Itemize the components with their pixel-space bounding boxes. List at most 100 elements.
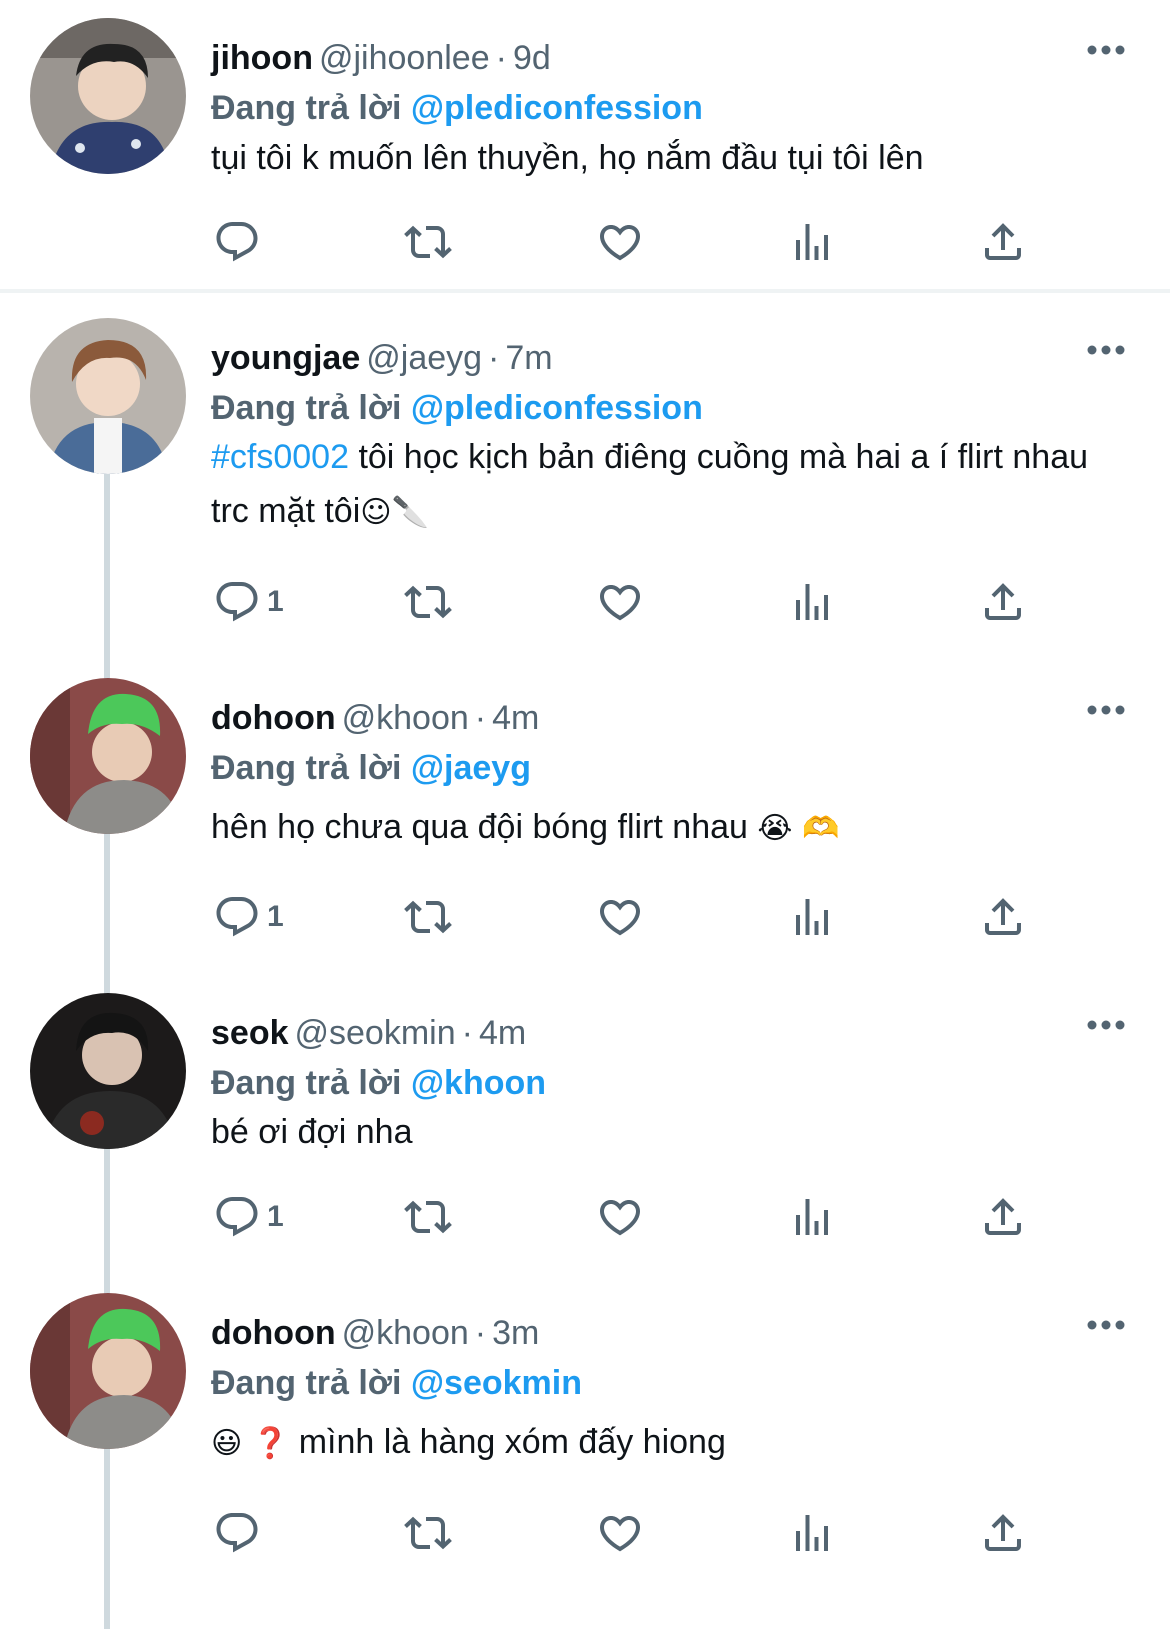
avatar[interactable] [30, 18, 186, 174]
replying-mention[interactable]: @plediconfession [411, 89, 703, 127]
share-icon [979, 1193, 1027, 1241]
reply-count: 1 [267, 1200, 284, 1233]
retweet-icon [404, 218, 452, 266]
tweet-text-content: tụi tôi k muốn lên thuyền, họ nắm đầu tụ… [211, 139, 924, 177]
tweet-emojis: ☺🔪 [360, 495, 429, 530]
reply-icon [213, 1509, 261, 1557]
tweet-header: dohoon @khoon · 3m [211, 1313, 539, 1353]
retweet-button[interactable] [404, 576, 452, 628]
tweet-header: youngjae @jaeyg · 7m [211, 338, 553, 378]
replying-prefix: Đang trả lời [211, 749, 402, 787]
like-icon [596, 1193, 644, 1241]
more-icon[interactable] [1086, 42, 1126, 58]
like-icon [596, 218, 644, 266]
tweet-text: #cfs0002 tôi học kịch bản điêng cuồng mà… [211, 430, 1131, 540]
display-name[interactable]: seok [211, 1014, 289, 1052]
replying-prefix: Đang trả lời [211, 1364, 402, 1402]
tweet-text: tụi tôi k muốn lên thuyền, họ nắm đầu tụ… [211, 131, 1131, 185]
display-name[interactable]: dohoon [211, 699, 336, 737]
timestamp[interactable]: 4m [492, 699, 539, 737]
timestamp[interactable]: 9d [513, 39, 551, 77]
more-icon[interactable] [1086, 1317, 1126, 1333]
share-button[interactable] [979, 891, 1027, 943]
replying-prefix: Đang trả lời [211, 89, 402, 127]
more-icon[interactable] [1086, 342, 1126, 358]
tweet-header: seok @seokmin · 4m [211, 1013, 526, 1053]
replying-mention[interactable]: @seokmin [411, 1364, 582, 1402]
avatar[interactable] [30, 318, 186, 474]
tweet-text: 😃 ❓ mình là hàng xóm đấy hiong [211, 1415, 1131, 1471]
like-button[interactable] [596, 576, 644, 628]
like-button[interactable] [596, 891, 644, 943]
replying-to: Đang trả lời @seokmin [211, 1363, 582, 1403]
like-icon [596, 893, 644, 941]
analytics-icon [788, 1193, 836, 1241]
share-icon [979, 893, 1027, 941]
action-bar [0, 216, 1170, 268]
separator-dot: · [488, 339, 500, 377]
tweet-text: bé ơi đợi nha [211, 1105, 1131, 1159]
tweet-text-content: mình là hàng xóm đấy hiong [298, 1423, 726, 1461]
share-button[interactable] [979, 216, 1027, 268]
separator-dot: · [474, 699, 487, 737]
share-button[interactable] [979, 1191, 1027, 1243]
reply-icon [213, 893, 261, 941]
timestamp[interactable]: 7m [505, 339, 552, 377]
share-button[interactable] [979, 576, 1027, 628]
hashtag-link[interactable]: #cfs0002 [211, 438, 349, 476]
share-icon [979, 218, 1027, 266]
avatar[interactable] [30, 1293, 186, 1449]
replying-mention[interactable]: @jaeyg [411, 749, 531, 787]
tweet-text: hên họ chưa qua đội bóng flirt nhau 😭 🫶 [211, 800, 1131, 856]
share-button[interactable] [979, 1507, 1027, 1559]
display-name[interactable]: youngjae [211, 339, 360, 377]
retweet-button[interactable] [404, 1507, 452, 1559]
analytics-button[interactable] [788, 891, 836, 943]
analytics-button[interactable] [788, 216, 836, 268]
analytics-button[interactable] [788, 1507, 836, 1559]
replying-prefix: Đang trả lời [211, 1064, 402, 1102]
timestamp[interactable]: 3m [492, 1314, 539, 1352]
reply-button[interactable] [213, 1507, 261, 1559]
handle[interactable]: @jihoonlee [319, 39, 490, 77]
reply-button[interactable] [213, 216, 261, 268]
more-icon[interactable] [1086, 1017, 1126, 1033]
share-icon [979, 1509, 1027, 1557]
reply-button[interactable]: 1 [213, 576, 284, 628]
retweet-button[interactable] [404, 1191, 452, 1243]
analytics-button[interactable] [788, 1191, 836, 1243]
timestamp[interactable]: 4m [479, 1014, 526, 1052]
reply-button[interactable]: 1 [213, 1191, 284, 1243]
retweet-button[interactable] [404, 216, 452, 268]
replying-mention[interactable]: @plediconfession [411, 389, 703, 427]
like-button[interactable] [596, 1507, 644, 1559]
replying-to: Đang trả lời @khoon [211, 1063, 546, 1103]
action-bar: 1 [0, 1191, 1170, 1243]
display-name[interactable]: dohoon [211, 1314, 336, 1352]
reply-button[interactable]: 1 [213, 891, 284, 943]
handle[interactable]: @jaeyg [366, 339, 482, 377]
like-button[interactable] [596, 1191, 644, 1243]
handle[interactable]: @khoon [342, 1314, 469, 1352]
retweet-icon [404, 578, 452, 626]
replying-to: Đang trả lời @plediconfession [211, 88, 703, 128]
display-name[interactable]: jihoon [211, 39, 313, 77]
handle[interactable]: @seokmin [295, 1014, 456, 1052]
handle[interactable]: @khoon [342, 699, 469, 737]
tweet-emojis: 😃 ❓ [211, 1426, 299, 1461]
replying-to: Đang trả lời @jaeyg [211, 748, 531, 788]
like-icon [596, 1509, 644, 1557]
replying-mention[interactable]: @khoon [411, 1064, 546, 1102]
more-icon[interactable] [1086, 702, 1126, 718]
separator-dot: · [461, 1014, 473, 1052]
reply-count: 1 [267, 900, 284, 933]
avatar[interactable] [30, 993, 186, 1149]
analytics-icon [788, 1509, 836, 1557]
analytics-button[interactable] [788, 576, 836, 628]
retweet-button[interactable] [404, 891, 452, 943]
like-button[interactable] [596, 216, 644, 268]
tweet-header: dohoon @khoon · 4m [211, 698, 539, 738]
avatar[interactable] [30, 678, 186, 834]
retweet-icon [404, 1193, 452, 1241]
like-icon [596, 578, 644, 626]
